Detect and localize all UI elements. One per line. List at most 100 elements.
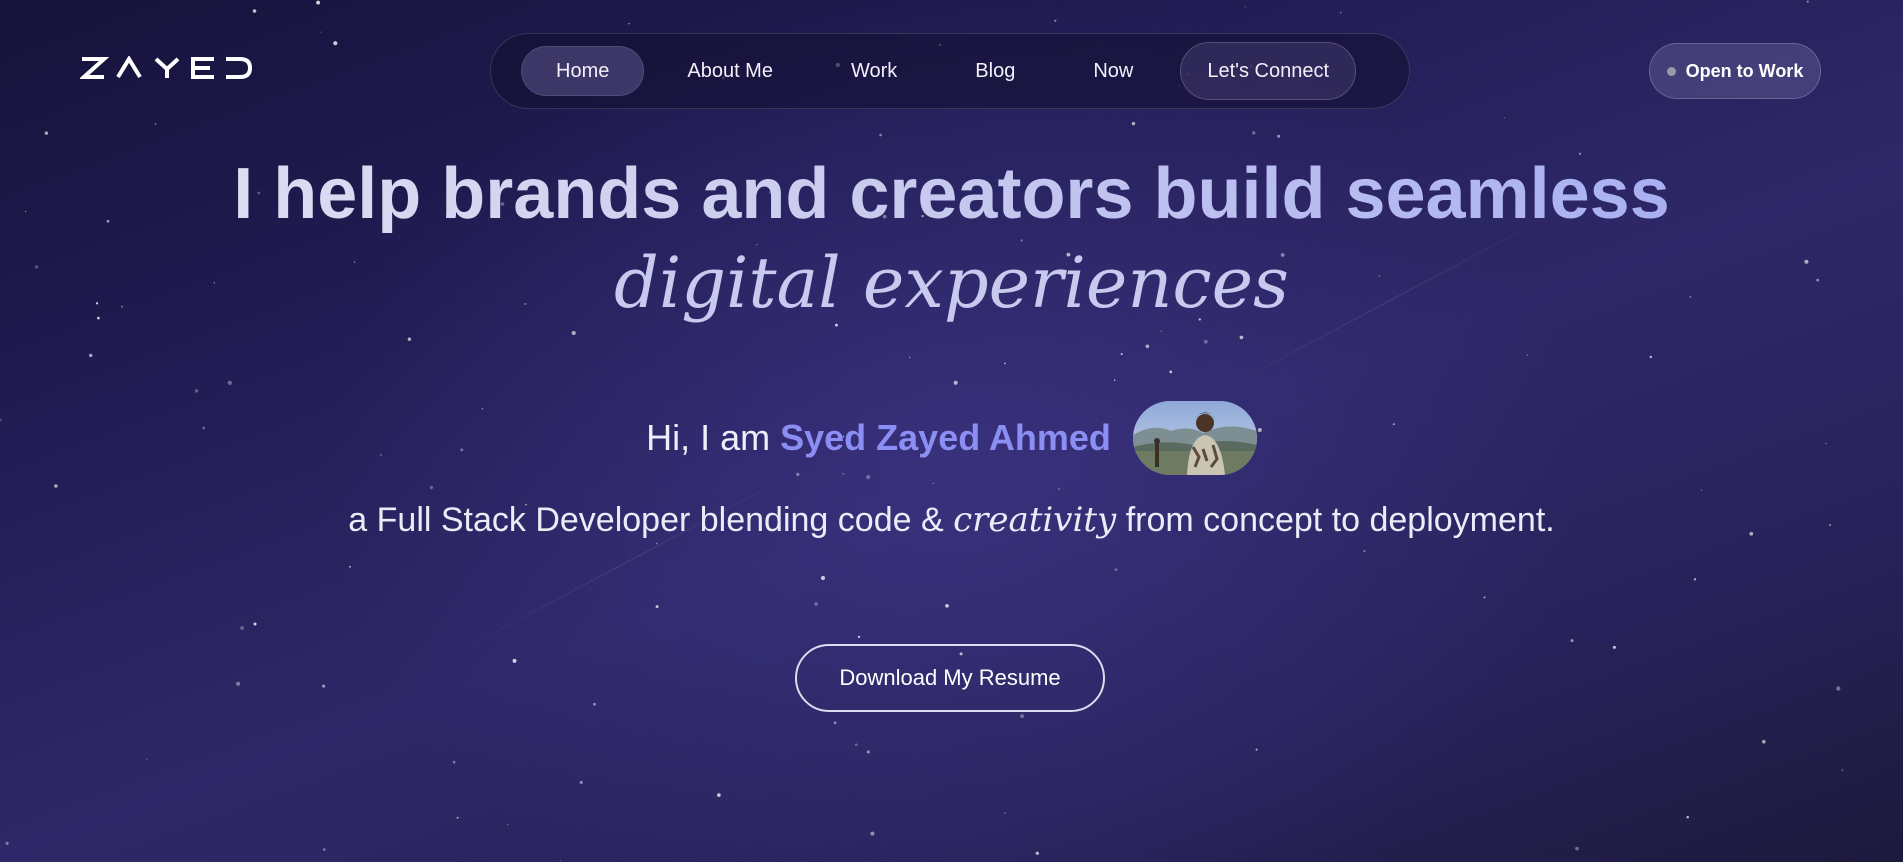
star — [5, 841, 9, 846]
light-streak — [444, 461, 816, 660]
star — [322, 684, 326, 688]
star — [1339, 11, 1342, 14]
star — [429, 485, 433, 490]
star — [227, 380, 232, 386]
star — [1693, 578, 1697, 581]
nav-blog[interactable]: Blog — [940, 46, 1050, 96]
download-resume-button[interactable]: Download My Resume — [795, 644, 1105, 712]
star — [1020, 714, 1025, 719]
star — [1277, 134, 1281, 138]
subline-after: from concept to deployment. — [1116, 501, 1555, 539]
star — [54, 484, 58, 488]
zayed-logo[interactable] — [80, 56, 252, 80]
star — [1203, 339, 1208, 344]
star — [1239, 335, 1244, 340]
status-dot-icon — [1666, 66, 1676, 76]
star — [909, 356, 911, 359]
star — [512, 658, 517, 663]
star — [814, 602, 818, 606]
star — [1054, 19, 1057, 22]
star — [407, 337, 412, 341]
star — [1806, 0, 1809, 3]
star — [1169, 370, 1173, 374]
star — [1244, 6, 1247, 8]
star — [1252, 131, 1256, 135]
star — [1686, 815, 1689, 819]
star — [1836, 686, 1841, 691]
star — [571, 330, 576, 336]
star — [1700, 489, 1703, 491]
lets-connect-button[interactable]: Let's Connect — [1180, 42, 1356, 100]
star — [1004, 812, 1006, 814]
star — [857, 635, 861, 639]
nav-home[interactable]: Home — [521, 46, 645, 96]
star — [559, 860, 562, 862]
subline-before: a Full Stack Developer blending code & — [348, 501, 954, 539]
hero-headline: I help brands and creators build seamles… — [0, 150, 1903, 238]
star — [953, 380, 958, 385]
star — [349, 565, 351, 568]
avatar — [1132, 400, 1257, 475]
nav-work[interactable]: Work — [816, 46, 932, 96]
star — [506, 823, 509, 826]
star — [89, 353, 93, 358]
star — [1113, 379, 1116, 381]
star — [1526, 354, 1529, 356]
star — [628, 23, 630, 25]
star — [870, 831, 875, 836]
star — [1058, 488, 1060, 490]
star — [717, 793, 721, 797]
star — [879, 133, 882, 137]
star — [833, 721, 837, 725]
open-to-work-button[interactable]: Open to Work — [1649, 43, 1821, 99]
star — [1114, 568, 1118, 572]
star — [1841, 769, 1844, 772]
star — [1762, 739, 1766, 744]
star — [820, 575, 826, 581]
star — [1160, 330, 1162, 332]
star — [452, 760, 456, 764]
star — [44, 131, 49, 135]
main-nav: Home About Me Work Blog Now Let's Connec… — [490, 33, 1410, 109]
star — [320, 31, 322, 33]
nav-about-me[interactable]: About Me — [652, 46, 808, 96]
star — [252, 9, 257, 13]
star — [866, 474, 871, 480]
star — [253, 622, 257, 626]
star — [1363, 549, 1366, 553]
star — [1035, 851, 1039, 855]
star — [194, 389, 199, 393]
star — [579, 780, 583, 784]
star — [945, 603, 949, 608]
star — [154, 123, 157, 125]
star — [1649, 355, 1653, 359]
open-to-work-label: Open to Work — [1685, 60, 1804, 81]
star — [655, 542, 658, 545]
star — [146, 758, 148, 761]
star — [1483, 596, 1486, 599]
star — [1612, 645, 1616, 649]
intro-row: Hi, I am Syed Zayed Ahmed — [0, 400, 1903, 475]
star — [593, 702, 596, 706]
profile-photo-icon — [1132, 400, 1257, 475]
star — [1575, 846, 1579, 851]
intro-text: Hi, I am Syed Zayed Ahmed — [646, 417, 1111, 459]
intro-name: Syed Zayed Ahmed — [780, 416, 1111, 458]
intro-prefix: Hi, I am — [646, 416, 781, 458]
star — [655, 605, 659, 609]
star — [322, 848, 326, 851]
star — [1131, 121, 1136, 126]
star — [854, 743, 858, 747]
star — [456, 816, 459, 819]
star — [866, 750, 870, 754]
nav-now[interactable]: Now — [1058, 46, 1168, 96]
star — [316, 0, 321, 5]
star — [236, 681, 241, 686]
star — [1004, 362, 1006, 365]
subline-emphasis: creativity — [953, 500, 1117, 540]
star — [1570, 639, 1574, 643]
hero-headline-text: I help brands and creators build seamles… — [233, 154, 1670, 234]
star — [240, 626, 245, 630]
star — [1255, 748, 1258, 751]
hero-subline: a Full Stack Developer blending code & c… — [0, 500, 1903, 540]
